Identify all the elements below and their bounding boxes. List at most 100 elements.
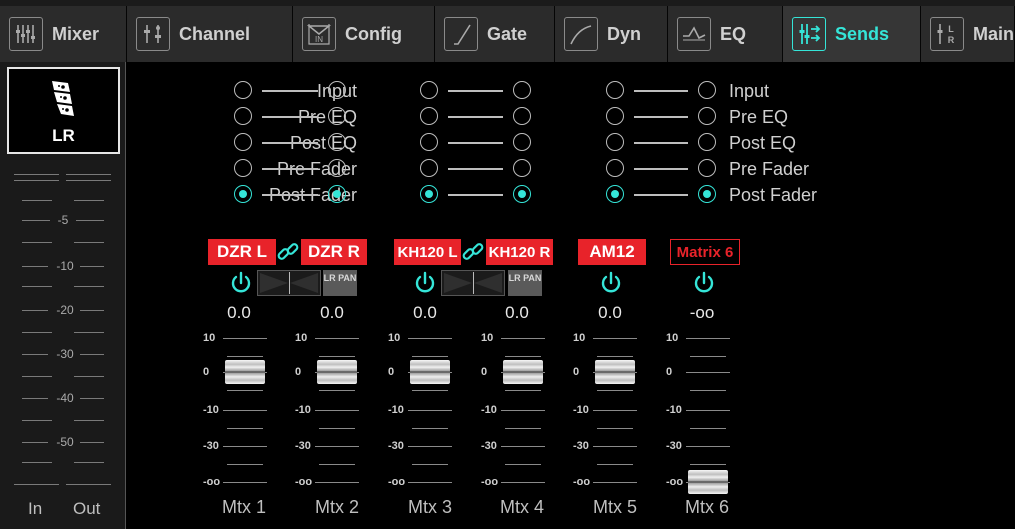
fader-cap[interactable] — [503, 360, 543, 384]
send-name-button[interactable]: AM12 — [578, 239, 646, 265]
bus-selector[interactable]: LR — [7, 67, 120, 154]
pan-control[interactable] — [441, 270, 505, 296]
fader-tick — [593, 338, 637, 339]
tap-radio-button[interactable] — [513, 185, 531, 203]
tap-radio-button[interactable] — [606, 159, 624, 177]
fader-tick — [319, 428, 355, 429]
tap-radio-button[interactable] — [698, 107, 716, 125]
tap-radio-button[interactable] — [420, 159, 438, 177]
send-fader[interactable]: 10 0 -10 -30 -oo — [388, 328, 458, 488]
tap-radio-button[interactable] — [234, 133, 252, 151]
tap-radio-button[interactable] — [420, 133, 438, 151]
fader-scale-label: 10 — [295, 332, 308, 344]
channel-icon — [136, 17, 170, 51]
tap-radio-button[interactable] — [328, 185, 346, 203]
fader-tick — [505, 356, 541, 357]
fader-cap[interactable] — [410, 360, 450, 384]
tap-radio-button[interactable] — [328, 159, 346, 177]
send-fader[interactable]: 10 0 -10 -30 -oo — [481, 328, 551, 488]
matrix-label: Mtx 6 — [684, 497, 729, 517]
tap-radio-button[interactable] — [234, 81, 252, 99]
tab-eq[interactable]: EQ — [668, 6, 783, 62]
tab-channel[interactable]: Channel — [127, 6, 293, 62]
fader-cap[interactable] — [225, 360, 265, 384]
tap-connector-line — [634, 168, 688, 170]
tap-radio-button[interactable] — [698, 185, 716, 203]
tap-radio-button[interactable] — [420, 107, 438, 125]
tap-radio-button[interactable] — [606, 107, 624, 125]
lr-pan-button[interactable]: LR PAN — [508, 270, 542, 296]
fader-cap[interactable] — [317, 360, 357, 384]
send-name-button[interactable]: DZR R — [301, 239, 367, 265]
tab-sends[interactable]: Sends — [783, 6, 921, 62]
tab-config[interactable]: IN Config — [293, 6, 435, 62]
send-on-power-icon[interactable] — [691, 270, 717, 296]
lr-pan-button[interactable]: LR PAN — [323, 270, 357, 296]
send-on-power-icon[interactable] — [228, 270, 254, 296]
fader-cap[interactable] — [595, 360, 635, 384]
tap-label-pre-fader: Pre Fader — [729, 159, 810, 179]
tap-connector-line — [634, 142, 688, 144]
tap-radio-button[interactable] — [513, 133, 531, 151]
tap-radio-button[interactable] — [606, 133, 624, 151]
meter-out-label: Out — [73, 499, 101, 518]
tap-radio-button[interactable] — [606, 185, 624, 203]
pan-control[interactable] — [257, 270, 321, 296]
fader-scale-label: 0 — [573, 366, 580, 378]
fader-scale-label: -10 — [666, 404, 682, 416]
tap-radio-button[interactable] — [234, 159, 252, 177]
tap-radio-button[interactable] — [698, 133, 716, 151]
tab-gate[interactable]: Gate — [435, 6, 555, 62]
tab-dyn[interactable]: Dyn — [555, 6, 668, 62]
line-array-speaker-icon — [51, 81, 74, 116]
send-on-power-icon[interactable] — [598, 270, 624, 296]
send-fader[interactable]: 10 0 -10 -30 -oo — [573, 328, 643, 488]
fader-tick — [505, 464, 541, 465]
fader-scale-label: -oo — [573, 476, 591, 488]
fader-tick — [686, 338, 730, 339]
tap-radio-button[interactable] — [328, 133, 346, 151]
meter-scale-label: -30 — [56, 347, 74, 361]
eq-curve-icon — [677, 17, 711, 51]
tab-mixer[interactable]: Mixer — [0, 6, 127, 62]
send-name-button[interactable]: DZR L — [208, 239, 276, 265]
tap-radio-button[interactable] — [420, 81, 438, 99]
tap-connector-line — [634, 90, 688, 92]
send-name-button[interactable]: KH120 L — [394, 239, 461, 265]
send-fader[interactable]: 10 0 -10 -30 -oo — [203, 328, 273, 488]
fader-tick — [408, 410, 452, 411]
tap-radio-button[interactable] — [234, 185, 252, 203]
tap-radio-button[interactable] — [698, 81, 716, 99]
bus-label: LR — [52, 126, 75, 145]
config-icon: IN — [302, 17, 336, 51]
stereo-link-icon[interactable] — [275, 239, 301, 265]
fader-tick — [223, 410, 267, 411]
tap-radio-button[interactable] — [513, 159, 531, 177]
tap-connector-line — [262, 194, 318, 196]
stereo-link-icon[interactable] — [460, 239, 486, 265]
tap-radio-button[interactable] — [234, 107, 252, 125]
send-level-value: 0.0 — [598, 303, 622, 322]
tab-main[interactable]: LR Main — [921, 6, 1015, 62]
send-name-button[interactable]: KH120 R — [486, 239, 553, 265]
fader-scale-label: 10 — [203, 332, 216, 344]
tap-radio-button[interactable] — [328, 81, 346, 99]
tab-bar: Mixer Channel IN Config Gate Dyn EQ Send… — [0, 6, 1015, 62]
fader-cap[interactable] — [688, 470, 728, 494]
tab-label: Gate — [487, 23, 528, 44]
send-on-power-icon[interactable] — [412, 270, 438, 296]
tap-radio-button[interactable] — [606, 81, 624, 99]
tap-radio-button[interactable] — [513, 81, 531, 99]
send-fader[interactable]: 10 0 -10 -30 -oo — [295, 328, 365, 488]
send-fader[interactable]: 10 0 -10 -30 -oo — [666, 328, 736, 494]
tap-radio-button[interactable] — [328, 107, 346, 125]
fader-scale-label: 0 — [295, 366, 302, 378]
fader-tick — [315, 410, 359, 411]
fader-scale-label: -30 — [203, 440, 219, 452]
fader-scale-label: 10 — [388, 332, 401, 344]
tap-radio-button[interactable] — [420, 185, 438, 203]
tap-radio-button[interactable] — [513, 107, 531, 125]
send-name-button[interactable]: Matrix 6 — [670, 239, 740, 265]
tap-radio-button[interactable] — [698, 159, 716, 177]
meter-scale-label: -5 — [57, 213, 69, 227]
